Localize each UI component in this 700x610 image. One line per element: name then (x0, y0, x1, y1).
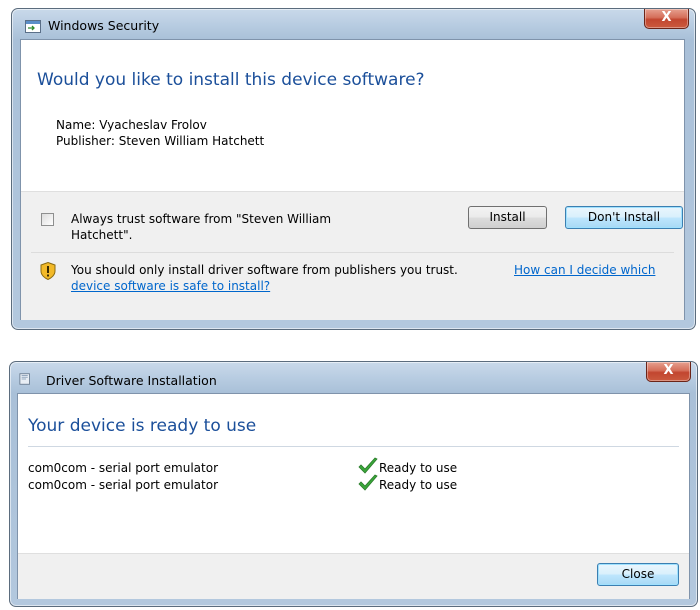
close-window-button[interactable]: X (646, 362, 691, 382)
close-icon: X (661, 10, 672, 25)
device-status: Ready to use (379, 461, 458, 475)
dialog-footer: Always trust software from "Steven Willi… (21, 191, 684, 320)
software-name: Name: Vyacheslav Frolov (56, 118, 207, 132)
help-link-line-1[interactable]: How can I decide which (514, 263, 655, 277)
footer-separator (31, 252, 674, 253)
dialog-heading: Your device is ready to use (28, 416, 257, 436)
windows-security-dialog: Windows Security X Would you like to ins… (11, 8, 696, 330)
heading-separator (28, 446, 679, 447)
install-button[interactable]: Install (468, 206, 547, 229)
software-publisher: Publisher: Steven William Hatchett (56, 134, 265, 148)
driver-install-icon (19, 373, 30, 385)
window-title: Windows Security (48, 18, 160, 33)
close-window-button[interactable]: X (644, 9, 689, 29)
window-title: Driver Software Installation (46, 373, 217, 388)
driver-installation-dialog: Driver Software Installation X Your devi… (9, 361, 698, 607)
help-link-line-2[interactable]: device software is safe to install? (71, 279, 270, 293)
device-status: Ready to use (379, 478, 458, 492)
dialog-content: Your device is ready to use com0com - se… (17, 393, 690, 599)
dialog-footer: Close (18, 553, 689, 599)
always-trust-checkbox[interactable] (41, 213, 54, 226)
dialog-heading: Would you like to install this device so… (37, 70, 425, 90)
green-checkmark-icon (358, 474, 378, 491)
title-bar[interactable]: Windows Security X (12, 9, 695, 40)
close-button[interactable]: Close (597, 563, 679, 586)
always-trust-label-line-1[interactable]: Always trust software from "Steven Willi… (71, 212, 331, 226)
green-checkmark-icon (358, 457, 378, 474)
dont-install-button[interactable]: Don't Install (565, 206, 683, 229)
device-name: com0com - serial port emulator (28, 461, 219, 475)
warning-message: You should only install driver software … (71, 263, 458, 277)
device-name: com0com - serial port emulator (28, 478, 219, 492)
security-window-icon (25, 20, 41, 33)
always-trust-label-line-2[interactable]: Hatchett". (71, 228, 132, 242)
dialog-content: Would you like to install this device so… (20, 39, 685, 320)
shield-warning-icon (40, 262, 56, 280)
title-bar[interactable]: Driver Software Installation X (10, 362, 697, 393)
close-icon: X (663, 363, 674, 378)
